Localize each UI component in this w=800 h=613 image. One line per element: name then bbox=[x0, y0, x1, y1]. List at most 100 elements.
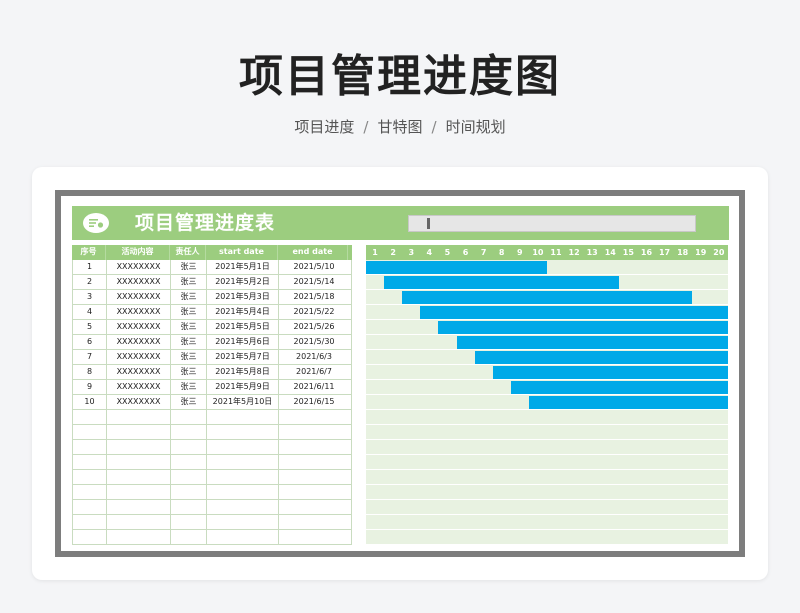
cell-index[interactable] bbox=[73, 500, 107, 514]
cell-end-date[interactable]: 2021/5/10 bbox=[279, 260, 349, 274]
cell-index[interactable]: 6 bbox=[73, 335, 107, 349]
cell-activity[interactable]: XXXXXXXX bbox=[107, 395, 171, 409]
cell-index[interactable]: 8 bbox=[73, 365, 107, 379]
cell-start-date[interactable]: 2021年5月5日 bbox=[207, 320, 279, 334]
cell-end-date[interactable] bbox=[279, 425, 349, 439]
cell-end-date[interactable]: 2021/5/18 bbox=[279, 290, 349, 304]
table-row[interactable]: 7 XXXXXXXX 张三 2021年5月7日 2021/6/3 bbox=[73, 350, 351, 365]
cell-activity[interactable] bbox=[107, 515, 171, 529]
table-row[interactable]: 4 XXXXXXXX 张三 2021年5月4日 2021/5/22 bbox=[73, 305, 351, 320]
cell-owner[interactable]: 张三 bbox=[171, 260, 207, 274]
cell-index[interactable] bbox=[73, 530, 107, 544]
gantt-bar[interactable] bbox=[402, 291, 692, 304]
cell-activity[interactable] bbox=[107, 440, 171, 454]
breadcrumb-item-progress[interactable]: 项目进度 bbox=[294, 118, 354, 136]
cell-owner[interactable]: 张三 bbox=[171, 290, 207, 304]
cell-index[interactable] bbox=[73, 425, 107, 439]
cell-activity[interactable]: XXXXXXXX bbox=[107, 290, 171, 304]
cell-owner[interactable]: 张三 bbox=[171, 380, 207, 394]
cell-start-date[interactable] bbox=[207, 530, 279, 544]
cell-end-date[interactable] bbox=[279, 485, 349, 499]
cell-index[interactable]: 4 bbox=[73, 305, 107, 319]
cell-index[interactable] bbox=[73, 515, 107, 529]
cell-end-date[interactable]: 2021/6/11 bbox=[279, 380, 349, 394]
cell-activity[interactable]: XXXXXXXX bbox=[107, 260, 171, 274]
cell-owner[interactable]: 张三 bbox=[171, 350, 207, 364]
empty-table-row[interactable] bbox=[73, 515, 351, 530]
gantt-bar[interactable] bbox=[474, 351, 728, 364]
empty-table-row[interactable] bbox=[73, 500, 351, 515]
cell-owner[interactable] bbox=[171, 440, 207, 454]
cell-index[interactable]: 10 bbox=[73, 395, 107, 409]
empty-table-row[interactable] bbox=[73, 410, 351, 425]
cell-owner[interactable] bbox=[171, 485, 207, 499]
scroll-thumb[interactable] bbox=[427, 218, 430, 229]
cell-start-date[interactable]: 2021年5月7日 bbox=[207, 350, 279, 364]
empty-table-row[interactable] bbox=[73, 425, 351, 440]
cell-index[interactable]: 5 bbox=[73, 320, 107, 334]
cell-end-date[interactable]: 2021/5/30 bbox=[279, 335, 349, 349]
cell-activity[interactable]: XXXXXXXX bbox=[107, 380, 171, 394]
cell-activity[interactable] bbox=[107, 470, 171, 484]
cell-start-date[interactable]: 2021年5月2日 bbox=[207, 275, 279, 289]
cell-index[interactable]: 1 bbox=[73, 260, 107, 274]
cell-start-date[interactable] bbox=[207, 410, 279, 424]
cell-activity[interactable]: XXXXXXXX bbox=[107, 320, 171, 334]
cell-start-date[interactable] bbox=[207, 485, 279, 499]
cell-owner[interactable] bbox=[171, 515, 207, 529]
cell-index[interactable]: 2 bbox=[73, 275, 107, 289]
table-row[interactable]: 5 XXXXXXXX 张三 2021年5月5日 2021/5/26 bbox=[73, 320, 351, 335]
gantt-bar[interactable] bbox=[384, 276, 620, 289]
cell-start-date[interactable] bbox=[207, 455, 279, 469]
cell-end-date[interactable]: 2021/5/22 bbox=[279, 305, 349, 319]
cell-end-date[interactable]: 2021/6/15 bbox=[279, 395, 349, 409]
empty-table-row[interactable] bbox=[73, 485, 351, 500]
table-row[interactable]: 9 XXXXXXXX 张三 2021年5月9日 2021/6/11 bbox=[73, 380, 351, 395]
cell-owner[interactable]: 张三 bbox=[171, 395, 207, 409]
cell-index[interactable] bbox=[73, 485, 107, 499]
cell-index[interactable]: 3 bbox=[73, 290, 107, 304]
breadcrumb-item-gantt[interactable]: 甘特图 bbox=[377, 118, 422, 136]
gantt-bar[interactable] bbox=[510, 381, 728, 394]
cell-start-date[interactable]: 2021年5月10日 bbox=[207, 395, 279, 409]
table-row[interactable]: 6 XXXXXXXX 张三 2021年5月6日 2021/5/30 bbox=[73, 335, 351, 350]
gantt-bar[interactable] bbox=[492, 366, 728, 379]
cell-index[interactable] bbox=[73, 455, 107, 469]
cell-start-date[interactable] bbox=[207, 425, 279, 439]
cell-owner[interactable] bbox=[171, 410, 207, 424]
breadcrumb-item-planning[interactable]: 时间规划 bbox=[446, 118, 506, 136]
cell-activity[interactable]: XXXXXXXX bbox=[107, 305, 171, 319]
table-row[interactable]: 10 XXXXXXXX 张三 2021年5月10日 2021/6/15 bbox=[73, 395, 351, 410]
cell-activity[interactable] bbox=[107, 425, 171, 439]
empty-table-row[interactable] bbox=[73, 455, 351, 470]
cell-owner[interactable]: 张三 bbox=[171, 335, 207, 349]
cell-activity[interactable] bbox=[107, 410, 171, 424]
gantt-bar[interactable] bbox=[528, 396, 728, 409]
cell-end-date[interactable]: 2021/5/14 bbox=[279, 275, 349, 289]
empty-table-row[interactable] bbox=[73, 530, 351, 545]
cell-activity[interactable] bbox=[107, 485, 171, 499]
cell-end-date[interactable] bbox=[279, 530, 349, 544]
cell-owner[interactable]: 张三 bbox=[171, 305, 207, 319]
cell-owner[interactable] bbox=[171, 470, 207, 484]
cell-end-date[interactable] bbox=[279, 500, 349, 514]
cell-owner[interactable]: 张三 bbox=[171, 275, 207, 289]
gantt-bar[interactable] bbox=[420, 306, 728, 319]
cell-index[interactable] bbox=[73, 410, 107, 424]
cell-owner[interactable] bbox=[171, 530, 207, 544]
cell-owner[interactable] bbox=[171, 455, 207, 469]
gantt-bar[interactable] bbox=[438, 321, 728, 334]
cell-end-date[interactable]: 2021/6/3 bbox=[279, 350, 349, 364]
cell-activity[interactable]: XXXXXXXX bbox=[107, 350, 171, 364]
cell-start-date[interactable] bbox=[207, 515, 279, 529]
cell-end-date[interactable]: 2021/6/7 bbox=[279, 365, 349, 379]
gantt-bar[interactable] bbox=[456, 336, 728, 349]
cell-end-date[interactable] bbox=[279, 470, 349, 484]
table-row[interactable]: 2 XXXXXXXX 张三 2021年5月2日 2021/5/14 bbox=[73, 275, 351, 290]
gantt-bar[interactable] bbox=[366, 261, 547, 274]
cell-start-date[interactable]: 2021年5月4日 bbox=[207, 305, 279, 319]
cell-end-date[interactable] bbox=[279, 515, 349, 529]
cell-activity[interactable]: XXXXXXXX bbox=[107, 275, 171, 289]
cell-end-date[interactable] bbox=[279, 455, 349, 469]
cell-start-date[interactable]: 2021年5月6日 bbox=[207, 335, 279, 349]
